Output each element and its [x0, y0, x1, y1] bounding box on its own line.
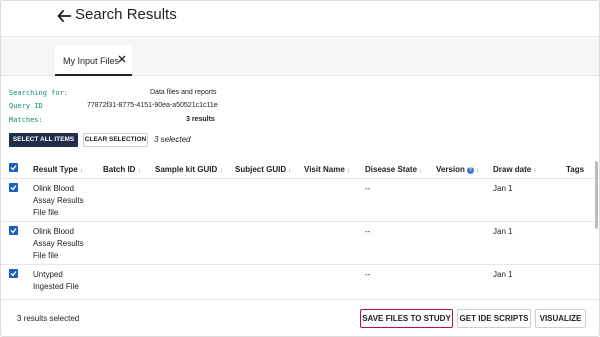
searching-for-label: Searching for: — [9, 89, 69, 97]
page-header: Search Results — [1, 1, 599, 37]
get-ide-scripts-button[interactable]: GET IDE SCRIPTS — [457, 309, 531, 328]
result-type-cell: Olink Blood Assay Results File file — [33, 184, 84, 217]
save-files-button[interactable]: SAVE FILES TO STUDY — [360, 309, 453, 328]
page-title: Search Results — [75, 6, 177, 23]
draw-date-cell: Jan 1 — [493, 227, 513, 236]
sort-icon: ↓ — [419, 167, 423, 174]
check-icon — [10, 271, 17, 277]
column-sample-kit-guid[interactable]: Sample kit GUID ↓ — [155, 165, 223, 174]
sort-icon: ↓ — [475, 167, 480, 174]
matches-value: 3 results — [186, 116, 215, 123]
disease-state-cell: -- — [365, 270, 371, 279]
searching-for-value: Data files and reports — [150, 89, 217, 96]
column-tags: Tags — [566, 165, 585, 174]
close-icon[interactable] — [117, 54, 127, 64]
table-header: Result Type ↓ Batch ID ↓ Sample kit GUID ↓ … — [1, 160, 599, 179]
back-button[interactable] — [56, 8, 72, 24]
sort-icon: ↓ — [137, 167, 141, 174]
check-icon — [10, 228, 17, 234]
table-row[interactable]: Olink Blood Assay Results File file -- J… — [1, 179, 599, 222]
footer-status: 3 results selected — [17, 314, 80, 323]
disease-state-cell: -- — [365, 184, 371, 193]
column-visit-name[interactable]: Visit Name ↓ — [304, 165, 350, 174]
tab-my-input-files[interactable]: My Input Files — [55, 46, 132, 76]
arrow-left-icon — [57, 9, 71, 23]
sort-icon: ↓ — [533, 167, 537, 174]
matches-label: Matches: — [9, 116, 43, 124]
sort-icon: ↓ — [288, 167, 292, 174]
disease-state-cell: -- — [365, 227, 371, 236]
row-checkbox[interactable] — [9, 269, 18, 278]
draw-date-cell: Jan 1 — [493, 270, 513, 279]
table-row[interactable]: Untyped Ingested File -- Jan 1 — [1, 265, 599, 299]
query-id-label: Query ID — [9, 102, 43, 110]
sort-icon: ↓ — [346, 167, 351, 174]
column-draw-date[interactable]: Draw date ↓ — [493, 165, 537, 174]
app-window: Search Results My Input Files Searching … — [0, 0, 600, 337]
column-subject-guid[interactable]: Subject GUID ↓ — [235, 165, 292, 174]
column-disease-state[interactable]: Disease State ↓ — [365, 165, 423, 174]
sort-icon: ↓ — [219, 167, 223, 174]
select-all-checkbox[interactable] — [9, 163, 18, 172]
row-checkbox[interactable] — [9, 226, 18, 235]
selected-count: 3 selected — [154, 135, 191, 144]
column-result-type[interactable]: Result Type ↓ — [33, 165, 83, 174]
check-icon — [10, 165, 17, 171]
sort-icon: ↓ — [79, 167, 84, 174]
tab-bar: My Input Files — [1, 38, 599, 76]
clear-selection-button[interactable]: CLEAR SELECTION — [83, 133, 148, 147]
draw-date-cell: Jan 1 — [493, 184, 513, 193]
table-row[interactable]: Olink Blood Assay Results File file -- J… — [1, 222, 599, 265]
footer-bar: 3 results selected SAVE FILES TO STUDY G… — [1, 299, 599, 336]
table-scrollbar[interactable] — [595, 161, 598, 229]
column-version[interactable]: Version? ↓ — [436, 165, 479, 174]
row-checkbox[interactable] — [9, 183, 18, 192]
check-icon — [10, 185, 17, 191]
result-type-cell: Untyped Ingested File — [33, 270, 79, 291]
query-id-value: 77872f31-8775-4151-90ea-a50521c1c11e — [87, 102, 218, 109]
result-type-cell: Olink Blood Assay Results File file — [33, 227, 84, 260]
info-icon[interactable]: ? — [466, 167, 474, 174]
tab-label: My Input Files — [63, 56, 120, 66]
visualize-button[interactable]: VISUALIZE — [535, 309, 586, 328]
select-all-button[interactable]: SELECT ALL ITEMS — [9, 133, 78, 147]
column-batch-id[interactable]: Batch ID ↓ — [103, 165, 141, 174]
